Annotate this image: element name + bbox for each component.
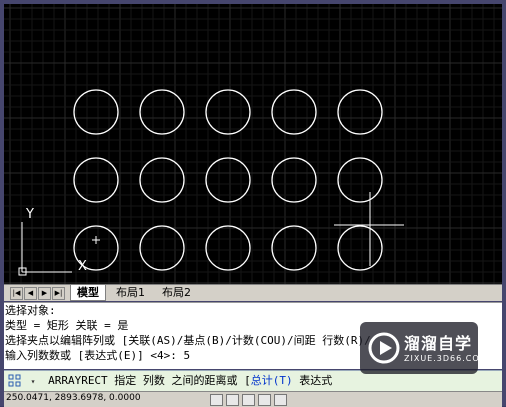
dropdown-arrow-icon[interactable]: ▾ — [31, 377, 36, 386]
array-circle — [337, 89, 383, 135]
array-circle — [337, 225, 383, 271]
status-toggle-grid-icon[interactable] — [210, 394, 223, 406]
autocad-window: YX |◀ ◀ ▶ ▶| 模型 布局1 布局2 选择对象: 类型 = 矩形 关联… — [0, 0, 506, 407]
drawing-canvas[interactable]: YX — [4, 4, 502, 284]
ucs-x-label: X — [78, 259, 87, 274]
status-toggle-polar-icon[interactable] — [258, 394, 271, 406]
last-tab-button[interactable]: ▶| — [52, 287, 65, 300]
array-circle — [73, 89, 119, 135]
array-circle — [271, 89, 317, 135]
command-prompt-text: ARRAYRECT 指定 列数 之间的距离或 [总计(T) 表达式 — [48, 374, 332, 387]
array-circle — [205, 225, 251, 271]
tab-layout2[interactable]: 布局2 — [156, 285, 197, 300]
command-prompt-part: 表达式 — [292, 374, 333, 387]
command-grid-icon[interactable] — [8, 374, 22, 388]
array-circle — [139, 89, 185, 135]
layout-tab-bar: |◀ ◀ ▶ ▶| 模型 布局1 布局2 — [4, 284, 502, 301]
next-tab-button[interactable]: ▶ — [38, 287, 51, 300]
grid-and-drawing: YX — [4, 4, 502, 284]
watermark-url: ZIXUE.3D66.COM — [404, 354, 488, 363]
tab-layout1[interactable]: 布局1 — [110, 285, 151, 300]
prev-tab-button[interactable]: ◀ — [24, 287, 37, 300]
status-toggle-osnap-icon[interactable] — [274, 394, 287, 406]
command-prompt-part: 总计(T) — [250, 374, 293, 387]
array-circle — [205, 89, 251, 135]
coordinate-readout: 250.0471, 2893.6978, 0.0000 — [6, 393, 141, 403]
array-circle — [139, 225, 185, 271]
play-logo-icon — [368, 332, 400, 364]
array-circle — [271, 225, 317, 271]
status-toggle-snap-icon[interactable] — [226, 394, 239, 406]
ucs-y-label: Y — [25, 207, 34, 222]
command-prompt-part: ARRAYRECT 指定 列数 之间的距离或 [ — [48, 374, 251, 387]
status-toggle-ortho-icon[interactable] — [242, 394, 255, 406]
status-bar: 250.0471, 2893.6978, 0.0000 — [4, 391, 502, 407]
watermark-brand: 溜溜自学 — [404, 334, 473, 353]
watermark: 溜溜自学 ZIXUE.3D66.COM — [360, 322, 487, 374]
history-line: 选择对象: — [5, 304, 56, 317]
first-tab-button[interactable]: |◀ — [10, 287, 23, 300]
tab-model[interactable]: 模型 — [70, 285, 106, 301]
